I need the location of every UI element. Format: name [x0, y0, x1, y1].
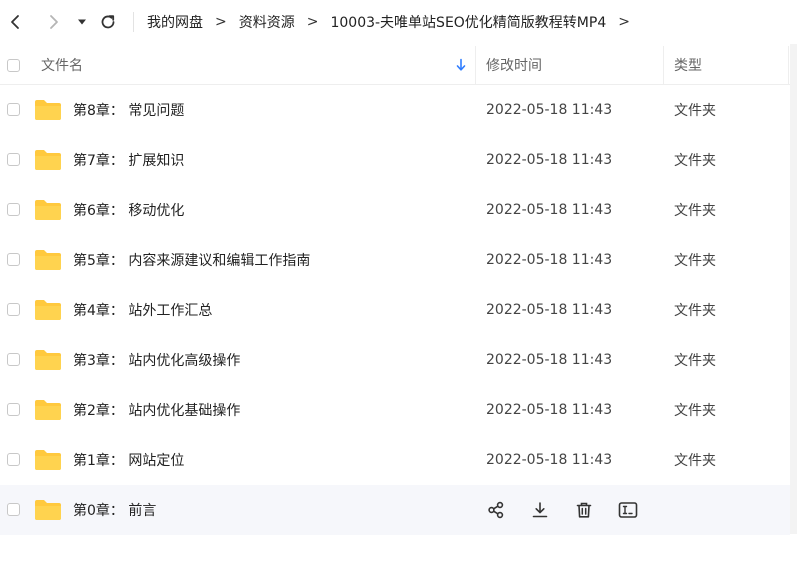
file-modified-time: 2022-05-18 11:43: [486, 352, 613, 368]
table-row[interactable]: 第0章： 前言: [0, 485, 790, 535]
nav-divider: [133, 12, 134, 32]
row-checkbox[interactable]: [7, 353, 20, 366]
breadcrumb-separator[interactable]: >: [618, 14, 630, 30]
file-modified-time: 2022-05-18 11:43: [486, 202, 613, 218]
row-checkbox[interactable]: [7, 503, 20, 516]
row-checkbox[interactable]: [7, 103, 20, 116]
table-row[interactable]: 第7章： 扩展知识 2022-05-18 11:43 文件夹: [0, 135, 797, 185]
file-modified-time: 2022-05-18 11:43: [486, 302, 613, 318]
navigation-bar: 我的网盘 > 资料资源 > 10003-夫唯单站SEO优化精简版教程转MP4 >: [0, 0, 797, 44]
file-type: 文件夹: [674, 353, 716, 369]
refresh-button[interactable]: [96, 10, 120, 34]
file-modified-time: 2022-05-18 11:43: [486, 452, 613, 468]
row-checkbox[interactable]: [7, 253, 20, 266]
scrollbar[interactable]: [790, 44, 797, 534]
folder-icon: [35, 150, 61, 170]
file-name[interactable]: 第5章： 内容来源建议和编辑工作指南: [73, 235, 310, 285]
sort-descending-icon: [456, 58, 466, 71]
file-name[interactable]: 第4章： 站外工作汇总: [73, 285, 212, 335]
row-actions: [484, 498, 660, 522]
rename-button[interactable]: [616, 498, 640, 522]
rename-icon: [618, 502, 638, 518]
file-name[interactable]: 第6章： 移动优化: [73, 185, 184, 235]
trash-icon: [576, 502, 592, 518]
table-row[interactable]: 第8章： 常见问题 2022-05-18 11:43 文件夹: [0, 85, 797, 135]
file-type: 文件夹: [674, 253, 716, 269]
file-name[interactable]: 第8章： 常见问题: [73, 85, 184, 135]
column-divider[interactable]: [475, 46, 476, 84]
file-type: 文件夹: [674, 103, 716, 119]
forward-button[interactable]: [42, 10, 66, 34]
file-name[interactable]: 第1章： 网站定位: [73, 435, 184, 485]
delete-button[interactable]: [572, 498, 596, 522]
table-row[interactable]: 第6章： 移动优化 2022-05-18 11:43 文件夹: [0, 185, 797, 235]
table-row[interactable]: 第4章： 站外工作汇总 2022-05-18 11:43 文件夹: [0, 285, 797, 335]
file-type: 文件夹: [674, 203, 716, 219]
file-modified-time: 2022-05-18 11:43: [486, 402, 613, 418]
breadcrumb-separator: >: [306, 14, 319, 30]
breadcrumb-item-current-folder[interactable]: 10003-夫唯单站SEO优化精简版教程转MP4: [330, 12, 606, 32]
select-all-checkbox[interactable]: [7, 58, 20, 72]
forward-icon: [50, 15, 58, 29]
dropdown-icon: [78, 19, 86, 25]
history-dropdown-button[interactable]: [70, 10, 94, 34]
folder-icon: [35, 100, 61, 120]
table-row[interactable]: 第5章： 内容来源建议和编辑工作指南 2022-05-18 11:43 文件夹: [0, 235, 797, 285]
column-header-name[interactable]: 文件名: [41, 46, 83, 84]
back-icon: [11, 15, 19, 29]
row-checkbox[interactable]: [7, 453, 20, 466]
breadcrumb: 我的网盘 > 资料资源 > 10003-夫唯单站SEO优化精简版教程转MP4 >: [147, 11, 642, 33]
file-modified-time: 2022-05-18 11:43: [486, 152, 613, 168]
table-row[interactable]: 第2章： 站内优化基础操作 2022-05-18 11:43 文件夹: [0, 385, 797, 435]
sort-button[interactable]: [455, 46, 467, 84]
file-type: 文件夹: [674, 303, 716, 319]
row-checkbox[interactable]: [7, 403, 20, 416]
file-type: 文件夹: [674, 403, 716, 419]
folder-icon: [35, 300, 61, 320]
back-button[interactable]: [3, 10, 27, 34]
table-row[interactable]: 第3章： 站内优化高级操作 2022-05-18 11:43 文件夹: [0, 335, 797, 385]
file-list-header: 文件名 修改时间 类型: [0, 46, 797, 85]
download-button[interactable]: [528, 498, 552, 522]
table-row[interactable]: 第1章： 网站定位 2022-05-18 11:43 文件夹: [0, 435, 797, 485]
file-name[interactable]: 第2章： 站内优化基础操作: [73, 385, 240, 435]
share-button[interactable]: [484, 498, 508, 522]
folder-icon: [35, 350, 61, 370]
file-name[interactable]: 第3章： 站内优化高级操作: [73, 335, 240, 385]
column-divider[interactable]: [663, 46, 664, 84]
file-type: 文件夹: [674, 453, 716, 469]
download-icon: [532, 502, 548, 518]
row-checkbox[interactable]: [7, 303, 20, 316]
file-modified-time: 2022-05-18 11:43: [486, 252, 613, 268]
column-header-modified[interactable]: 修改时间: [486, 46, 542, 84]
row-checkbox[interactable]: [7, 203, 20, 216]
column-header-type[interactable]: 类型: [674, 46, 702, 84]
file-type: 文件夹: [674, 153, 716, 169]
folder-icon: [35, 500, 61, 520]
row-checkbox[interactable]: [7, 153, 20, 166]
select-all-checkbox-cell[interactable]: [7, 46, 20, 84]
folder-icon: [35, 450, 61, 470]
breadcrumb-item-resources[interactable]: 资料资源: [239, 12, 295, 32]
file-name[interactable]: 第7章： 扩展知识: [73, 135, 184, 185]
breadcrumb-separator: >: [215, 14, 227, 30]
file-modified-time: 2022-05-18 11:43: [486, 102, 613, 118]
folder-icon: [35, 200, 61, 220]
folder-icon: [35, 250, 61, 270]
share-icon: [488, 501, 504, 519]
breadcrumb-item-my-drive[interactable]: 我的网盘: [147, 12, 203, 32]
refresh-icon: [101, 15, 115, 29]
column-divider[interactable]: [788, 46, 789, 84]
file-name[interactable]: 第0章： 前言: [73, 485, 156, 535]
folder-icon: [35, 400, 61, 420]
